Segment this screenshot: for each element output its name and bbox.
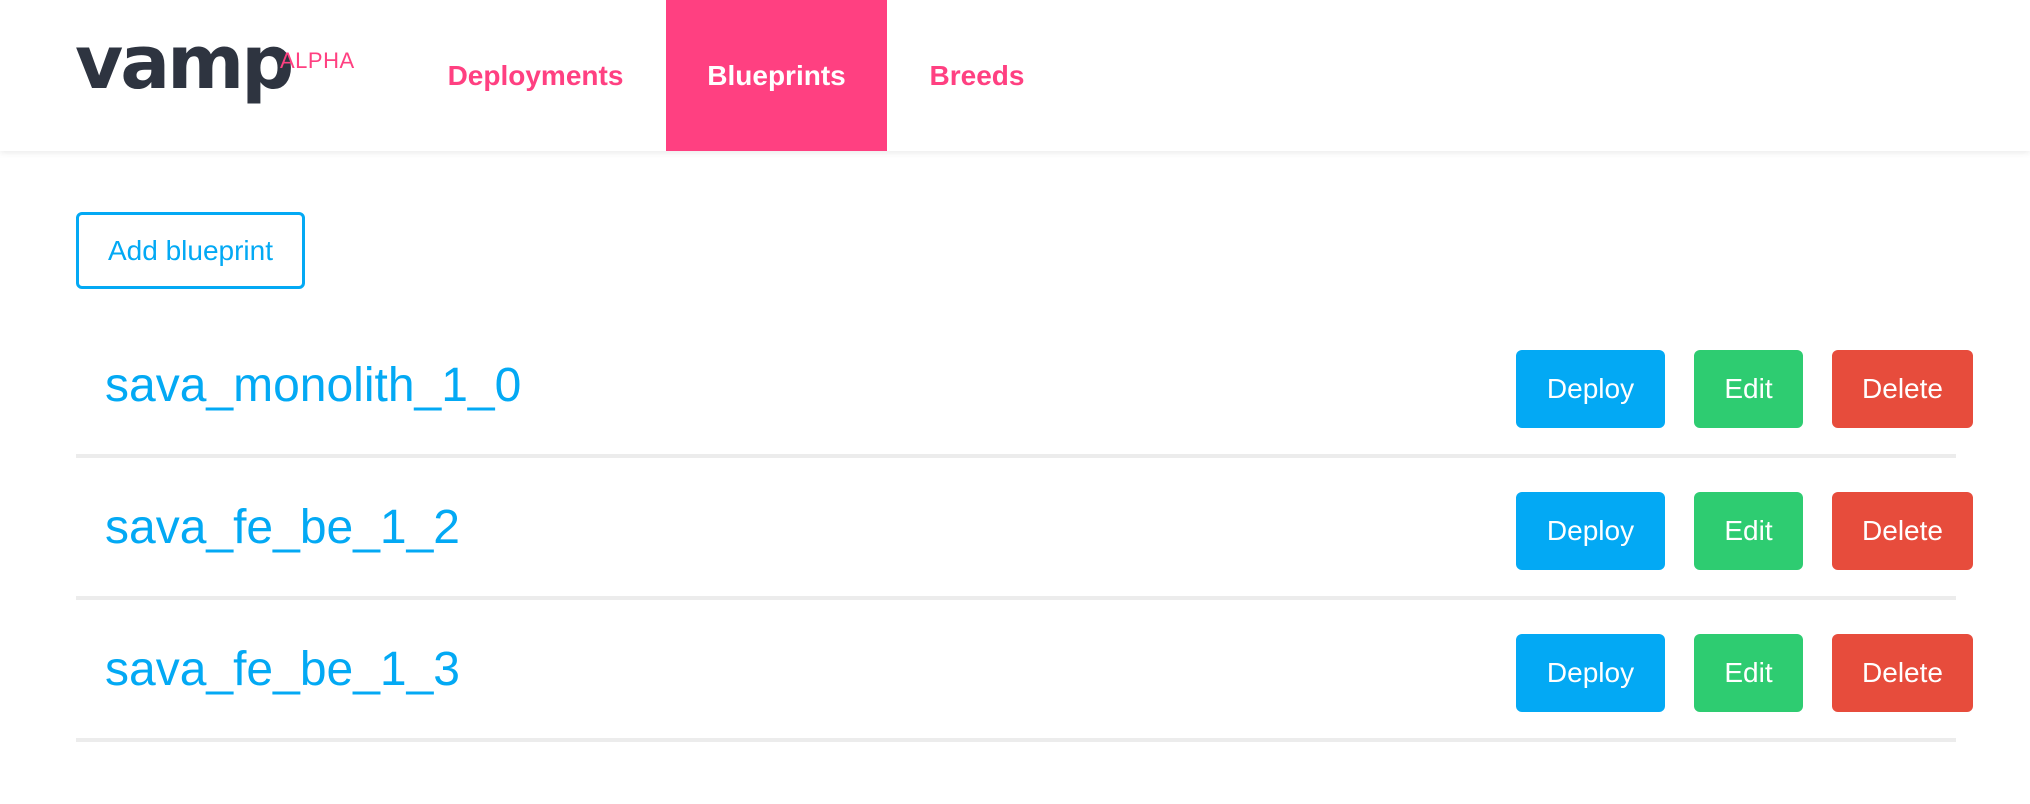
nav-tab-blueprints[interactable]: Blueprints	[666, 0, 887, 151]
top-navigation-bar: vamp ALPHA Deployments Blueprints Breeds	[0, 0, 2030, 151]
nav-tab-deployments[interactable]: Deployments	[405, 0, 666, 151]
blueprint-row: sava_fe_be_1_3 Deploy Edit Delete	[76, 600, 1973, 742]
blueprint-name-link[interactable]: sava_fe_be_1_3	[105, 600, 460, 738]
delete-button[interactable]: Delete	[1832, 634, 1973, 712]
nav-tab-breeds[interactable]: Breeds	[887, 0, 1067, 151]
delete-button[interactable]: Delete	[1832, 350, 1973, 428]
add-blueprint-button[interactable]: Add blueprint	[76, 212, 305, 289]
main-nav: Deployments Blueprints Breeds	[405, 0, 1067, 151]
blueprint-name-link[interactable]: sava_monolith_1_0	[105, 316, 521, 454]
blueprint-name-link[interactable]: sava_fe_be_1_2	[105, 458, 460, 596]
deploy-button[interactable]: Deploy	[1516, 350, 1665, 428]
deploy-button[interactable]: Deploy	[1516, 492, 1665, 570]
edit-button[interactable]: Edit	[1694, 634, 1803, 712]
blueprint-row: sava_monolith_1_0 Deploy Edit Delete	[76, 316, 1973, 458]
logo-wordmark: vamp	[75, 20, 294, 106]
blueprint-list: sava_monolith_1_0 Deploy Edit Delete sav…	[76, 316, 1973, 742]
logo-alpha-badge: ALPHA	[280, 48, 355, 73]
delete-button[interactable]: Delete	[1832, 492, 1973, 570]
edit-button[interactable]: Edit	[1694, 350, 1803, 428]
deploy-button[interactable]: Deploy	[1516, 634, 1665, 712]
edit-button[interactable]: Edit	[1694, 492, 1803, 570]
blueprint-row: sava_fe_be_1_2 Deploy Edit Delete	[76, 458, 1973, 600]
